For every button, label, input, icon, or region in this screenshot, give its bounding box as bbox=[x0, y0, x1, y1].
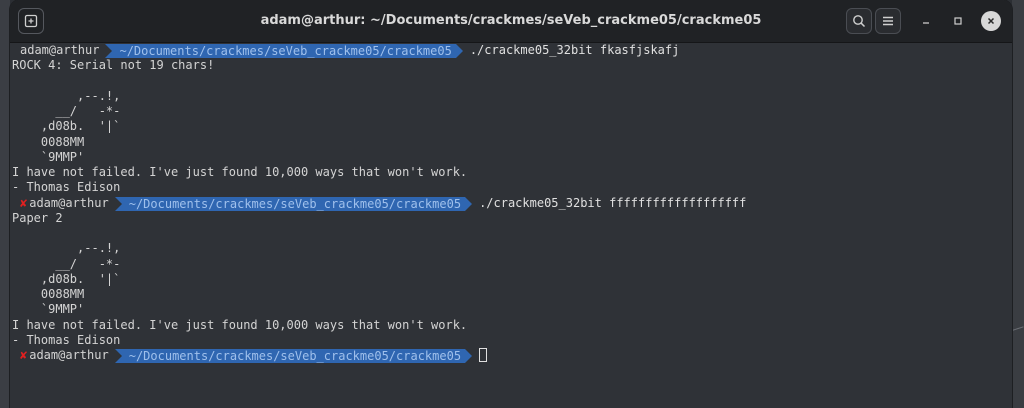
menu-button[interactable] bbox=[875, 8, 901, 34]
desktop-right-edge bbox=[1012, 0, 1024, 408]
error-x-icon: ✘ bbox=[20, 348, 28, 362]
output-line: `9MMP' bbox=[12, 149, 85, 164]
prompt-line-2: ✘ adam@arthur ~/Documents/crackmes/seVeb_c… bbox=[12, 196, 1012, 211]
maximize-button[interactable] bbox=[948, 11, 968, 31]
prompt-user: adam@arthur bbox=[29, 195, 109, 210]
prompt-user: adam@arthur bbox=[20, 43, 100, 57]
terminal-window: adam@arthur: ~/Documents/crackmes/seVeb_… bbox=[10, 0, 1012, 408]
output-line: `9MMP' bbox=[12, 302, 85, 317]
close-icon bbox=[987, 17, 995, 25]
terminal-output[interactable]: adam@arthur ~/Documents/crackmes/seVeb_cr… bbox=[10, 43, 1012, 408]
output-line: ,--.!, bbox=[12, 88, 121, 103]
output-line: __/ -*- bbox=[12, 104, 121, 118]
output-line: ,d08b. '|` bbox=[12, 119, 121, 134]
prompt-path: ~/Documents/crackmes/seVeb_crackme05/cra… bbox=[114, 349, 473, 363]
output-line: - Thomas Edison bbox=[12, 180, 121, 195]
prompt-line-1: adam@arthur ~/Documents/crackmes/seVeb_cr… bbox=[12, 43, 1012, 58]
output-line: I have not failed. I've just found 10,00… bbox=[12, 317, 468, 332]
text-cursor[interactable] bbox=[479, 348, 488, 362]
prompt-path: ~/Documents/crackmes/seVeb_crackme05/cra… bbox=[114, 196, 473, 211]
output-line: ,--.!, bbox=[12, 241, 121, 256]
command-2: ./crackme05_32bit fffffffffffffffffff bbox=[479, 195, 747, 210]
output-line: 0088MM bbox=[12, 134, 85, 149]
command-1: ./crackme05_32bit fkasfjskafj bbox=[469, 43, 680, 57]
prompt-line-3: ✘ adam@arthur ~/Documents/crackmes/seVeb_c… bbox=[12, 348, 1012, 363]
output-line: ROCK 4: Serial not 19 chars! bbox=[12, 58, 215, 73]
output-line: ,d08b. '|` bbox=[12, 271, 121, 286]
maximize-icon bbox=[954, 17, 962, 25]
output-line: Paper 2 bbox=[12, 210, 63, 225]
error-x-icon: ✘ bbox=[20, 195, 28, 210]
output-line: 0088MM bbox=[12, 287, 85, 301]
desktop-left-edge bbox=[0, 0, 10, 408]
search-icon bbox=[853, 15, 866, 28]
prompt-path: ~/Documents/crackmes/seVeb_crackme05/cra… bbox=[105, 44, 464, 58]
output-line: I have not failed. I've just found 10,00… bbox=[12, 165, 468, 179]
minimize-button[interactable] bbox=[916, 11, 936, 31]
prompt-user: adam@arthur bbox=[29, 348, 109, 362]
hamburger-menu-icon bbox=[883, 16, 893, 26]
close-button[interactable] bbox=[981, 11, 1001, 31]
output-line: __/ -*- bbox=[12, 256, 121, 271]
search-button[interactable] bbox=[846, 8, 872, 34]
title-bar[interactable]: adam@arthur: ~/Documents/crackmes/seVeb_… bbox=[10, 0, 1012, 43]
minimize-icon bbox=[923, 22, 929, 24]
output-line: - Thomas Edison bbox=[12, 332, 121, 347]
